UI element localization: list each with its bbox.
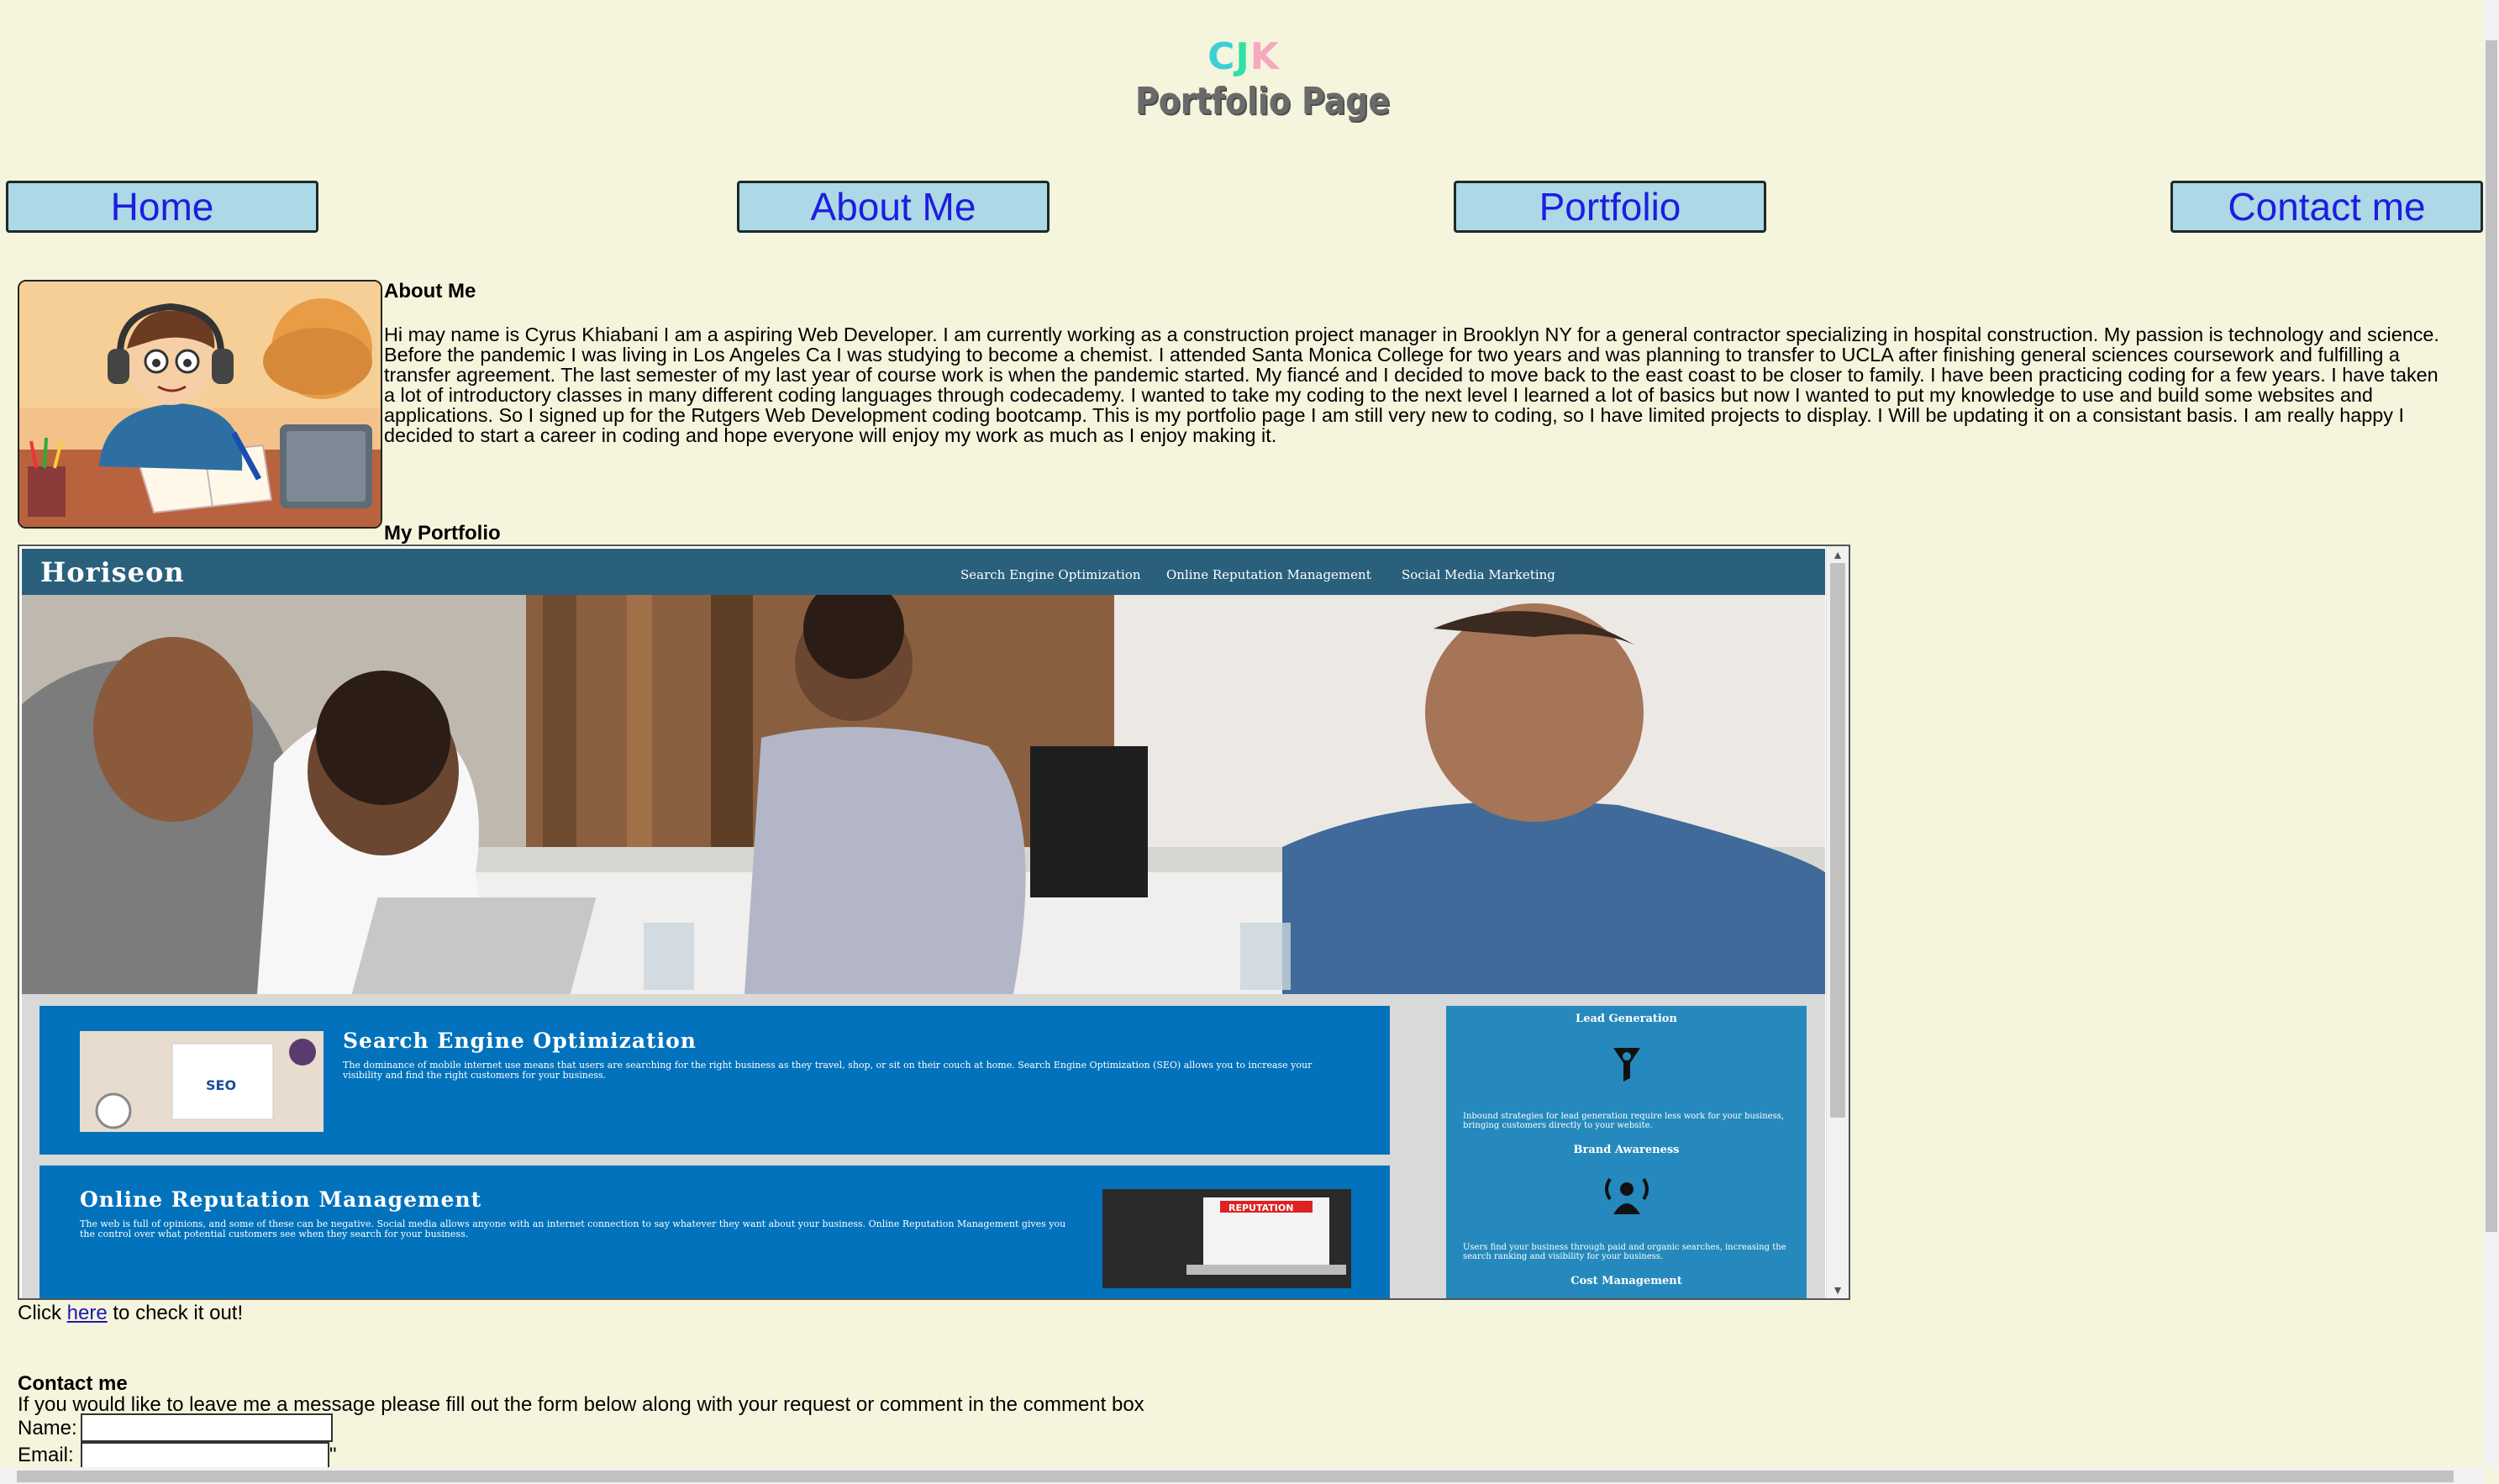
page-title: Portfolio Page <box>1135 80 1391 123</box>
portfolio-here-link[interactable]: here <box>67 1302 108 1324</box>
nav-about-button[interactable]: About Me <box>737 181 1050 233</box>
page-horizontal-scroll-thumb[interactable] <box>17 1471 2454 1482</box>
email-input[interactable] <box>81 1442 329 1471</box>
seo-card-text: The dominance of mobile internet use mea… <box>343 1060 1313 1081</box>
click-prefix: Click <box>18 1302 67 1324</box>
portfolio-link-line: Click here to check it out! <box>18 1302 243 1325</box>
horiseon-logo: Horiseon <box>40 556 185 588</box>
orm-card-text: The web is full of opinions, and some of… <box>80 1218 1066 1239</box>
about-text: Hi may name is Cyrus Khiabani I am a asp… <box>384 324 2439 446</box>
sidebar-heading-lead: Lead Generation <box>1576 1013 1677 1025</box>
portfolio-preview-frame[interactable]: Horiseon Search Engine Optimization Onli… <box>18 545 1850 1300</box>
frame-scrollbar[interactable]: ▲ ▼ <box>1826 546 1849 1298</box>
horiseon-content: SEO Search Engine Optimization The domin… <box>22 994 1825 1298</box>
email-label: Email: <box>18 1444 74 1466</box>
lead-generation-icon <box>1613 1048 1640 1081</box>
seo-image: SEO <box>80 1031 324 1132</box>
reputation-image-label: REPUTATION <box>1228 1202 1293 1213</box>
avatar-illustration <box>19 282 381 527</box>
nav-portfolio-button[interactable]: Portfolio <box>1454 181 1766 233</box>
frame-scroll-down-icon[interactable]: ▼ <box>1827 1283 1849 1297</box>
brand-awareness-icon <box>1605 1177 1649 1214</box>
horiseon-nav-smm[interactable]: Social Media Marketing <box>1402 567 1555 582</box>
horiseon-header: Horiseon Search Engine Optimization Onli… <box>22 549 1825 595</box>
orm-card-title: Online Reputation Management <box>80 1187 482 1212</box>
page-vertical-scroll-thumb[interactable] <box>2486 40 2497 1232</box>
frame-scroll-up-icon[interactable]: ▲ <box>1827 548 1849 561</box>
frame-scroll-thumb[interactable] <box>1830 563 1845 1118</box>
portfolio-heading: My Portfolio <box>384 522 501 545</box>
horiseon-card-seo: SEO Search Engine Optimization The domin… <box>39 1006 1390 1155</box>
contact-heading: Contact me <box>18 1372 128 1395</box>
name-label: Name: <box>18 1417 77 1439</box>
horiseon-nav-seo[interactable]: Search Engine Optimization <box>960 567 1141 582</box>
email-trailing-quote: " <box>329 1444 337 1466</box>
horiseon-nav-orm[interactable]: Online Reputation Management <box>1166 567 1371 582</box>
horiseon-hero-image <box>22 595 1825 994</box>
site-logo: CJK Portfolio Page <box>1118 34 1391 126</box>
page-horizontal-scrollbar[interactable] <box>0 1467 2484 1484</box>
avatar <box>18 280 382 529</box>
horiseon-sidebar: Lead Generation Inbound strategies for l… <box>1446 1006 1807 1298</box>
sidebar-text-lead: Inbound strategies for lead generation r… <box>1463 1112 1785 1130</box>
logo-letter-c: C <box>1207 35 1236 78</box>
name-input[interactable] <box>81 1413 333 1442</box>
horiseon-card-orm: Online Reputation Management The web is … <box>39 1166 1390 1298</box>
reputation-image: REPUTATION <box>1102 1189 1351 1288</box>
about-heading: About Me <box>384 280 476 303</box>
sidebar-heading-cost: Cost Management <box>1570 1275 1682 1287</box>
sidebar-heading-brand: Brand Awareness <box>1573 1144 1680 1156</box>
click-suffix: to check it out! <box>107 1302 244 1324</box>
page-vertical-scrollbar[interactable] <box>2484 0 2499 1467</box>
sidebar-text-brand: Users find your business through paid an… <box>1463 1243 1786 1261</box>
nav-home-button[interactable]: Home <box>6 181 318 233</box>
logo-letter-j: J <box>1235 35 1250 78</box>
logo-letter-k: K <box>1250 35 1280 78</box>
logo-letters: CJK <box>1118 34 1370 81</box>
seo-card-title: Search Engine Optimization <box>343 1029 697 1053</box>
nav-contact-button[interactable]: Contact me <box>2170 181 2483 233</box>
seo-image-label: SEO <box>206 1077 236 1093</box>
